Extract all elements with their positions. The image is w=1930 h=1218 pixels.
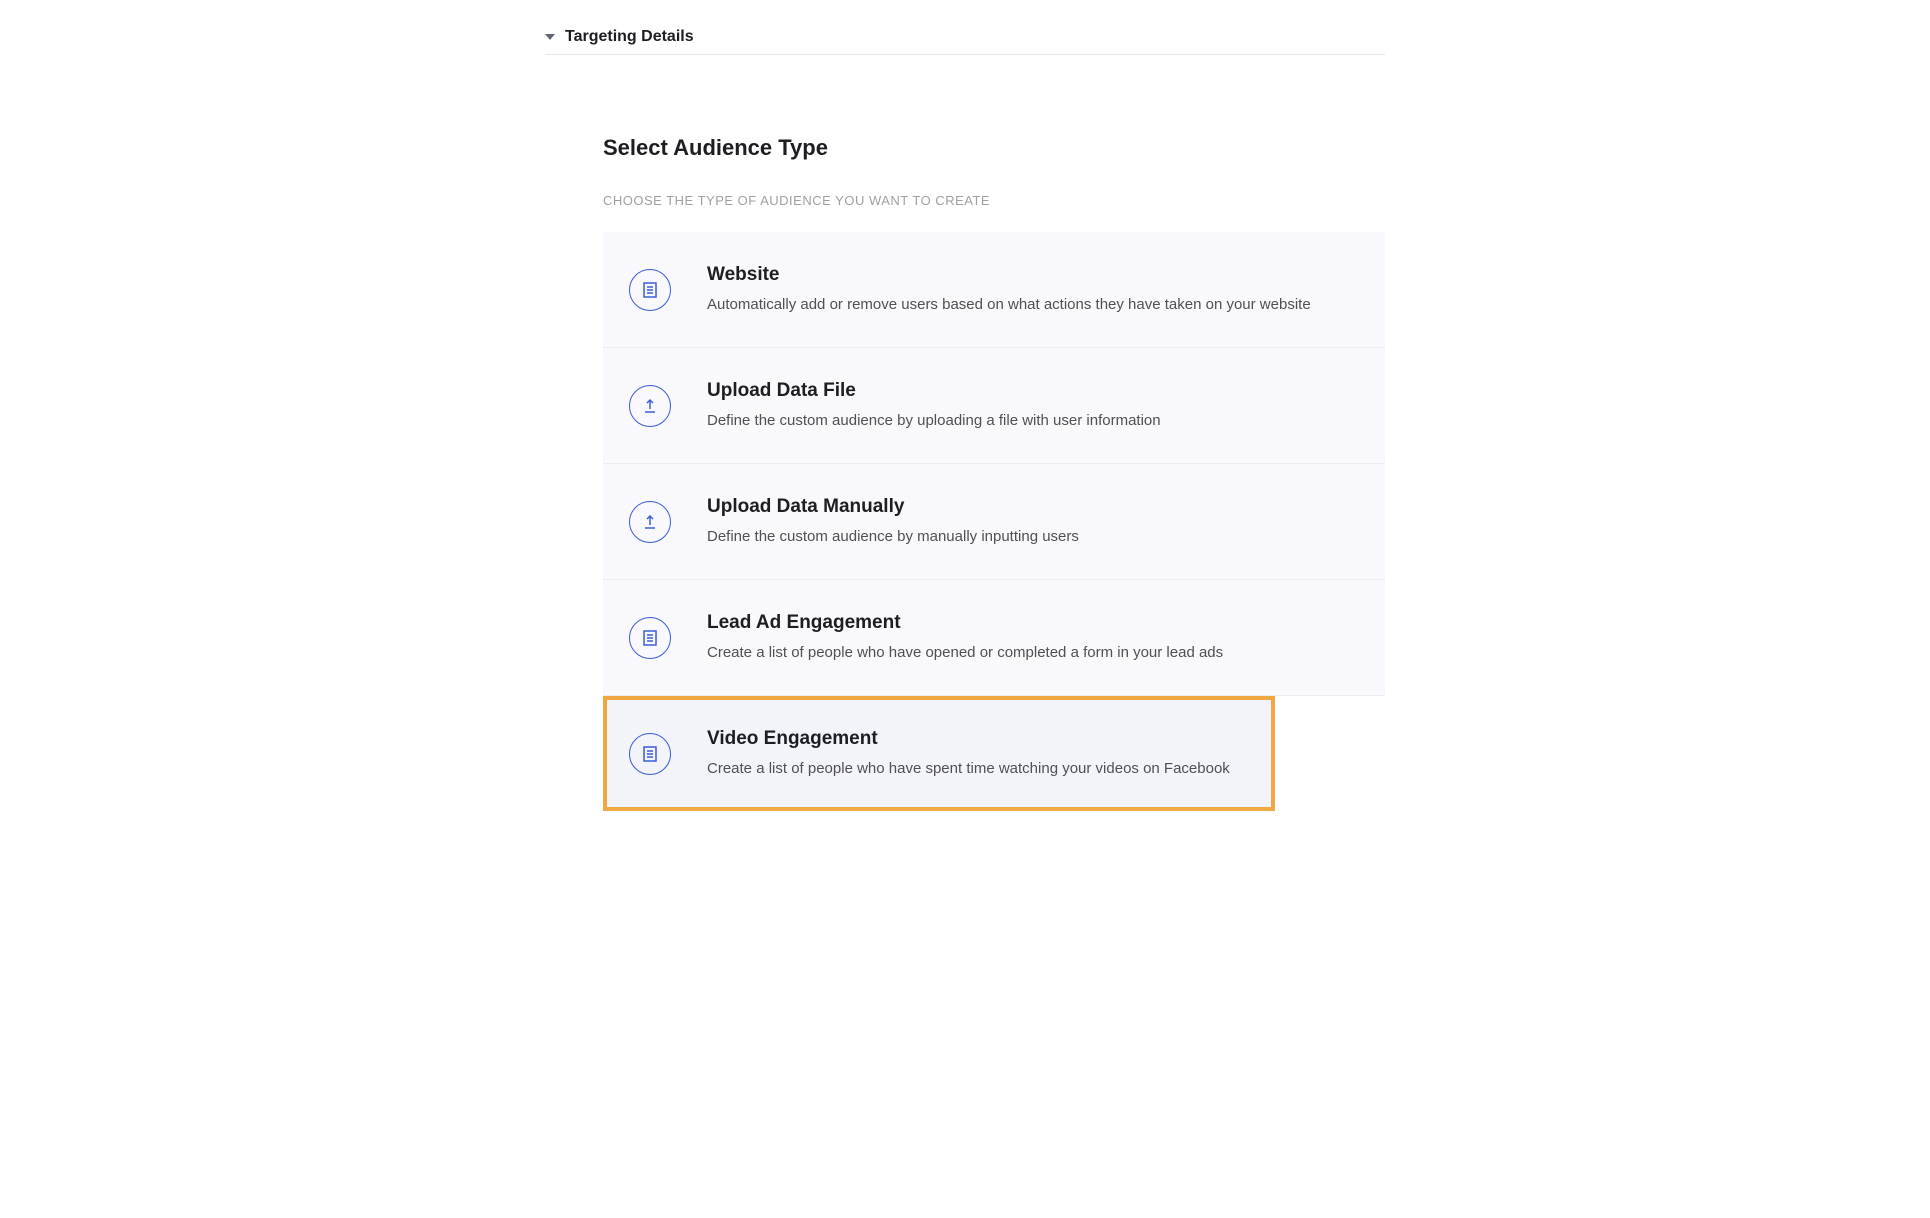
option-upload-data-manually[interactable]: Upload Data Manually Define the custom a… (603, 464, 1385, 580)
chevron-down-icon (545, 34, 555, 40)
upload-icon (629, 385, 671, 427)
page-subtitle: CHOOSE THE TYPE OF AUDIENCE YOU WANT TO … (603, 193, 1385, 208)
option-lead-ad-engagement[interactable]: Lead Ad Engagement Create a list of peop… (603, 580, 1385, 696)
option-description: Define the custom audience by uploading … (707, 410, 1161, 431)
option-upload-data-file[interactable]: Upload Data File Define the custom audie… (603, 348, 1385, 464)
option-title: Upload Data Manually (707, 496, 1079, 518)
document-icon (629, 733, 671, 775)
upload-icon (629, 501, 671, 543)
document-icon (629, 269, 671, 311)
option-description: Automatically add or remove users based … (707, 294, 1311, 315)
section-title: Targeting Details (565, 28, 694, 46)
option-description: Create a list of people who have spent t… (707, 758, 1230, 779)
option-title: Lead Ad Engagement (707, 612, 1223, 634)
option-website[interactable]: Website Automatically add or remove user… (603, 232, 1385, 348)
page-title: Select Audience Type (603, 135, 1385, 161)
document-icon (629, 617, 671, 659)
section-header-targeting-details[interactable]: Targeting Details (545, 20, 1385, 55)
option-description: Create a list of people who have opened … (707, 642, 1223, 663)
option-title: Upload Data File (707, 380, 1161, 402)
option-title: Website (707, 264, 1311, 286)
option-video-engagement[interactable]: Video Engagement Create a list of people… (603, 696, 1275, 811)
option-title: Video Engagement (707, 728, 1230, 750)
option-description: Define the custom audience by manually i… (707, 526, 1079, 547)
audience-type-list: Website Automatically add or remove user… (603, 232, 1385, 811)
